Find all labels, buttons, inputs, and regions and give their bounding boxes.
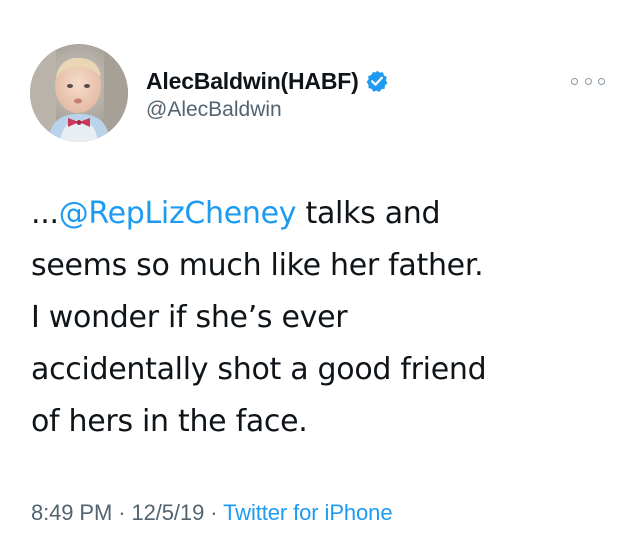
tweet-line-1-rest: talks and	[296, 196, 441, 231]
tweet-line-5: of hers in the face.	[31, 404, 308, 439]
tweet-date[interactable]: 12/5/19	[132, 500, 205, 525]
meta-separator: ·	[112, 500, 132, 525]
tweet-time[interactable]: 8:49 PM	[31, 500, 112, 525]
tweet-line-4: accidentally shot a good friend	[31, 352, 487, 387]
more-dot	[571, 77, 578, 85]
more-dot	[598, 77, 605, 85]
more-options-icon[interactable]	[571, 72, 605, 90]
meta-separator: ·	[204, 500, 224, 525]
tweet-line-2: seems so much like her father.	[31, 248, 484, 283]
tweet-line-1: ...@RepLizCheney talks and	[31, 188, 621, 240]
tweet-source-link[interactable]: Twitter for iPhone	[223, 500, 392, 525]
display-name[interactable]: AlecBaldwin(HABF)	[146, 68, 359, 95]
tweet-prefix: ...	[31, 196, 59, 231]
tweet-card: AlecBaldwin(HABF) @AlecBaldwin ...@RepLi…	[0, 0, 639, 550]
tweet-text: ...@RepLizCheney talks and seems so much…	[31, 188, 621, 448]
verified-badge-icon	[365, 69, 389, 93]
mention-link[interactable]: @RepLizCheney	[59, 196, 297, 231]
more-dot	[584, 77, 592, 85]
avatar[interactable]	[30, 44, 128, 142]
author-info: AlecBaldwin(HABF) @AlecBaldwin	[146, 66, 389, 122]
tweet-meta: 8:49 PM · 12/5/19 · Twitter for iPhone	[31, 500, 393, 526]
display-name-row: AlecBaldwin(HABF)	[146, 66, 389, 96]
handle[interactable]: @AlecBaldwin	[146, 98, 389, 122]
tweet-line-3: I wonder if she’s ever	[31, 300, 348, 335]
avatar-photo	[30, 44, 128, 142]
